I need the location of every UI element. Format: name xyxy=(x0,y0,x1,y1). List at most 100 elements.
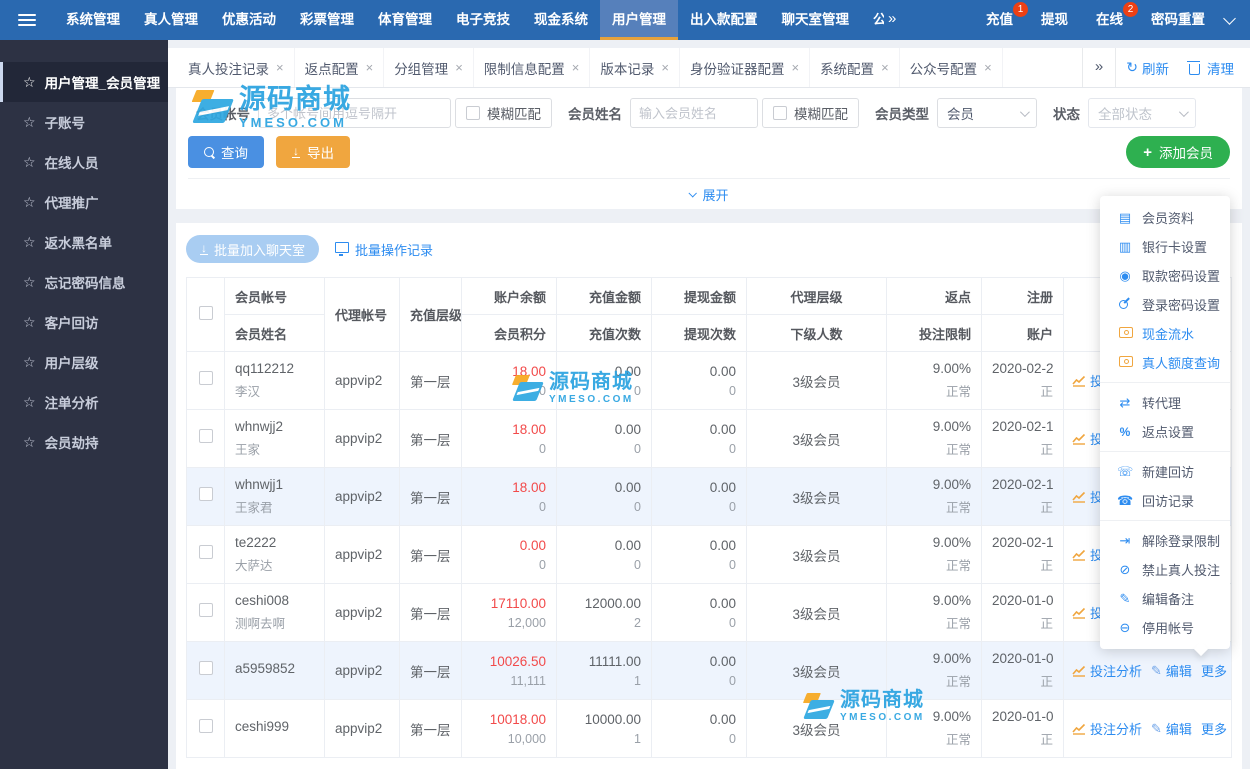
member-type-select[interactable]: 会员 xyxy=(937,98,1037,128)
tab-overflow-icon[interactable]: » xyxy=(1081,48,1117,87)
menu-item-transfer-agent[interactable]: ⇄ 转代理 xyxy=(1100,388,1230,417)
quick-link-online[interactable]: 在线 2 xyxy=(1082,0,1138,40)
nav-item-system[interactable]: 系统管理 xyxy=(54,0,132,40)
menu-item-edit-note[interactable]: ✎ 编辑备注 xyxy=(1100,584,1230,613)
close-icon[interactable]: × xyxy=(661,60,669,75)
batch-operation-log-link[interactable]: 批量操作记录 xyxy=(335,240,433,259)
col-rebate: 返点 xyxy=(886,277,982,315)
member-name-input[interactable] xyxy=(630,98,758,128)
row-checkbox[interactable] xyxy=(198,719,213,733)
nav-item-lottery[interactable]: 彩票管理 xyxy=(288,0,366,40)
close-icon[interactable]: × xyxy=(791,60,799,75)
nav-item-cash[interactable]: 现金系统 xyxy=(522,0,600,40)
row-checkbox[interactable] xyxy=(198,545,213,559)
tab-official-account-config[interactable]: 公众号配置 × xyxy=(900,48,1003,87)
tab-restricted-info-config[interactable]: 限制信息配置 × xyxy=(474,48,591,87)
deposit-amount: 12000.00 xyxy=(584,595,641,611)
menu-item-member-profile[interactable]: ▤ 会员资料 xyxy=(1100,203,1230,232)
tab-group-management[interactable]: 分组管理 × xyxy=(384,48,474,87)
nav-item-announcement[interactable]: 公告管理 xyxy=(861,0,884,40)
menu-item-disable-account[interactable]: ⊖ 停用帐号 xyxy=(1100,613,1230,642)
menu-item-followup-records[interactable]: ☎ 回访记录 xyxy=(1100,486,1230,515)
tab-live-bet-records[interactable]: 真人投注记录 × xyxy=(178,48,295,87)
sidebar-item-customer-followup[interactable]: ☆ 客户回访 xyxy=(0,302,168,342)
nav-item-chatroom[interactable]: 聊天室管理 xyxy=(770,0,862,40)
row-checkbox[interactable] xyxy=(198,371,213,385)
rebate: 9.00% xyxy=(932,477,971,492)
nav-overflow-icon[interactable]: » xyxy=(884,0,900,40)
tab-system-config[interactable]: 系统配置 × xyxy=(810,48,900,87)
status-label: 状态 xyxy=(1053,107,1080,122)
sidebar-item-forgot-password[interactable]: ☆ 忘记密码信息 xyxy=(0,262,168,302)
col-member-account: 会员帐号 xyxy=(224,277,325,315)
nav-item-esports[interactable]: 电子竞技 xyxy=(444,0,522,40)
export-button[interactable]: ↓ 导出 xyxy=(276,136,350,168)
nav-item-live[interactable]: 真人管理 xyxy=(132,0,210,40)
add-member-button[interactable]: + 添加会员 xyxy=(1126,136,1230,168)
fuzzy-match-name[interactable]: 模糊匹配 xyxy=(762,98,859,128)
tab-label: 分组管理 xyxy=(394,61,449,77)
search-button[interactable]: 查询 xyxy=(188,136,264,168)
edit-link[interactable]: ✎ 编辑 xyxy=(1151,661,1192,680)
menu-divider xyxy=(1100,451,1230,452)
menu-item-remove-login-limit[interactable]: ⇥ 解除登录限制 xyxy=(1100,526,1230,555)
quick-link-password-reset[interactable]: 密码重置 xyxy=(1137,0,1219,40)
sidebar-item-user-levels[interactable]: ☆ 用户层级 xyxy=(0,342,168,382)
edit-link[interactable]: ✎ 编辑 xyxy=(1151,719,1192,738)
fuzzy-match-checkbox[interactable] xyxy=(773,106,787,120)
sidebar-item-agent-promotion[interactable]: ☆ 代理推广 xyxy=(0,182,168,222)
batch-join-chat-button[interactable]: ↓ 批量加入聊天室 xyxy=(186,235,320,263)
member-account-input[interactable] xyxy=(258,98,451,128)
quick-link-withdraw[interactable]: 提现 xyxy=(1027,0,1082,40)
select-all-checkbox[interactable] xyxy=(198,306,213,320)
sidebar-item-rebate-blacklist[interactable]: ☆ 返水黑名单 xyxy=(0,222,168,262)
close-icon[interactable]: × xyxy=(572,60,580,75)
sidebar-item-sub-account[interactable]: ☆ 子账号 xyxy=(0,102,168,142)
sidebar-item-online-users[interactable]: ☆ 在线人员 xyxy=(0,142,168,182)
recharge-level: 第一层 xyxy=(410,722,451,738)
menu-item-forbid-live-betting[interactable]: ⊘ 禁止真人投注 xyxy=(1100,555,1230,584)
sidebar-item-bet-analysis[interactable]: ☆ 注单分析 xyxy=(0,382,168,422)
fuzzy-match-checkbox[interactable] xyxy=(466,106,480,120)
nav-item-users[interactable]: 用户管理 xyxy=(600,0,678,40)
clean-button[interactable]: 清理 xyxy=(1179,58,1244,78)
close-icon[interactable]: × xyxy=(276,60,284,75)
close-icon[interactable]: × xyxy=(366,60,374,75)
expand-toggle[interactable]: 展开 xyxy=(188,178,1230,209)
chevron-down-icon[interactable] xyxy=(1223,12,1236,25)
account-status: 正 xyxy=(1040,443,1053,457)
more-link[interactable]: 更多 xyxy=(1201,661,1231,680)
tab-rebate-config[interactable]: 返点配置 × xyxy=(295,48,385,87)
col-withdraw-count: 提现次数 xyxy=(651,314,747,352)
menu-item-new-followup[interactable]: ☏ 新建回访 xyxy=(1100,457,1230,486)
menu-item-bank-card-settings[interactable]: ▥ 银行卡设置 xyxy=(1100,232,1230,261)
close-icon[interactable]: × xyxy=(984,60,992,75)
row-checkbox[interactable] xyxy=(198,487,213,501)
status-select[interactable]: 全部状态 xyxy=(1088,98,1196,128)
row-checkbox[interactable] xyxy=(198,429,213,443)
close-icon[interactable]: × xyxy=(881,60,889,75)
sidebar-item-member-management[interactable]: ☆ 用户管理_会员管理 xyxy=(0,62,168,102)
sidebar-item-member-hijack[interactable]: ☆ 会员劫持 xyxy=(0,422,168,462)
menu-item-live-quota-query[interactable]: 真人额度查询 xyxy=(1100,348,1230,377)
fuzzy-match-account[interactable]: 模糊匹配 xyxy=(455,98,552,128)
nav-item-payments[interactable]: 出入款配置 xyxy=(678,0,770,40)
tab-version-records[interactable]: 版本记录 × xyxy=(590,48,680,87)
tab-authenticator-config[interactable]: 身份验证器配置 × xyxy=(680,48,811,87)
menu-item-login-password[interactable]: 登录密码设置 xyxy=(1100,290,1230,319)
menu-item-cash-flow[interactable]: 现金流水 xyxy=(1100,319,1230,348)
bet-analysis-link[interactable]: 投注分析 xyxy=(1072,719,1142,738)
menu-item-withdraw-password[interactable]: ◉ 取款密码设置 xyxy=(1100,261,1230,290)
sidebar-item-label: 子账号 xyxy=(44,116,86,131)
refresh-button[interactable]: ↻ 刷新 xyxy=(1116,58,1179,78)
row-checkbox[interactable] xyxy=(198,661,213,675)
nav-item-promo[interactable]: 优惠活动 xyxy=(210,0,288,40)
hamburger-menu-icon[interactable] xyxy=(0,0,54,40)
bet-analysis-link[interactable]: 投注分析 xyxy=(1072,661,1142,680)
nav-item-sports[interactable]: 体育管理 xyxy=(366,0,444,40)
more-link[interactable]: 更多 xyxy=(1201,719,1231,738)
row-checkbox[interactable] xyxy=(198,603,213,617)
quick-link-deposit[interactable]: 充值 1 xyxy=(972,0,1028,40)
close-icon[interactable]: × xyxy=(455,60,463,75)
menu-item-rebate-settings[interactable]: % 返点设置 xyxy=(1100,417,1230,446)
